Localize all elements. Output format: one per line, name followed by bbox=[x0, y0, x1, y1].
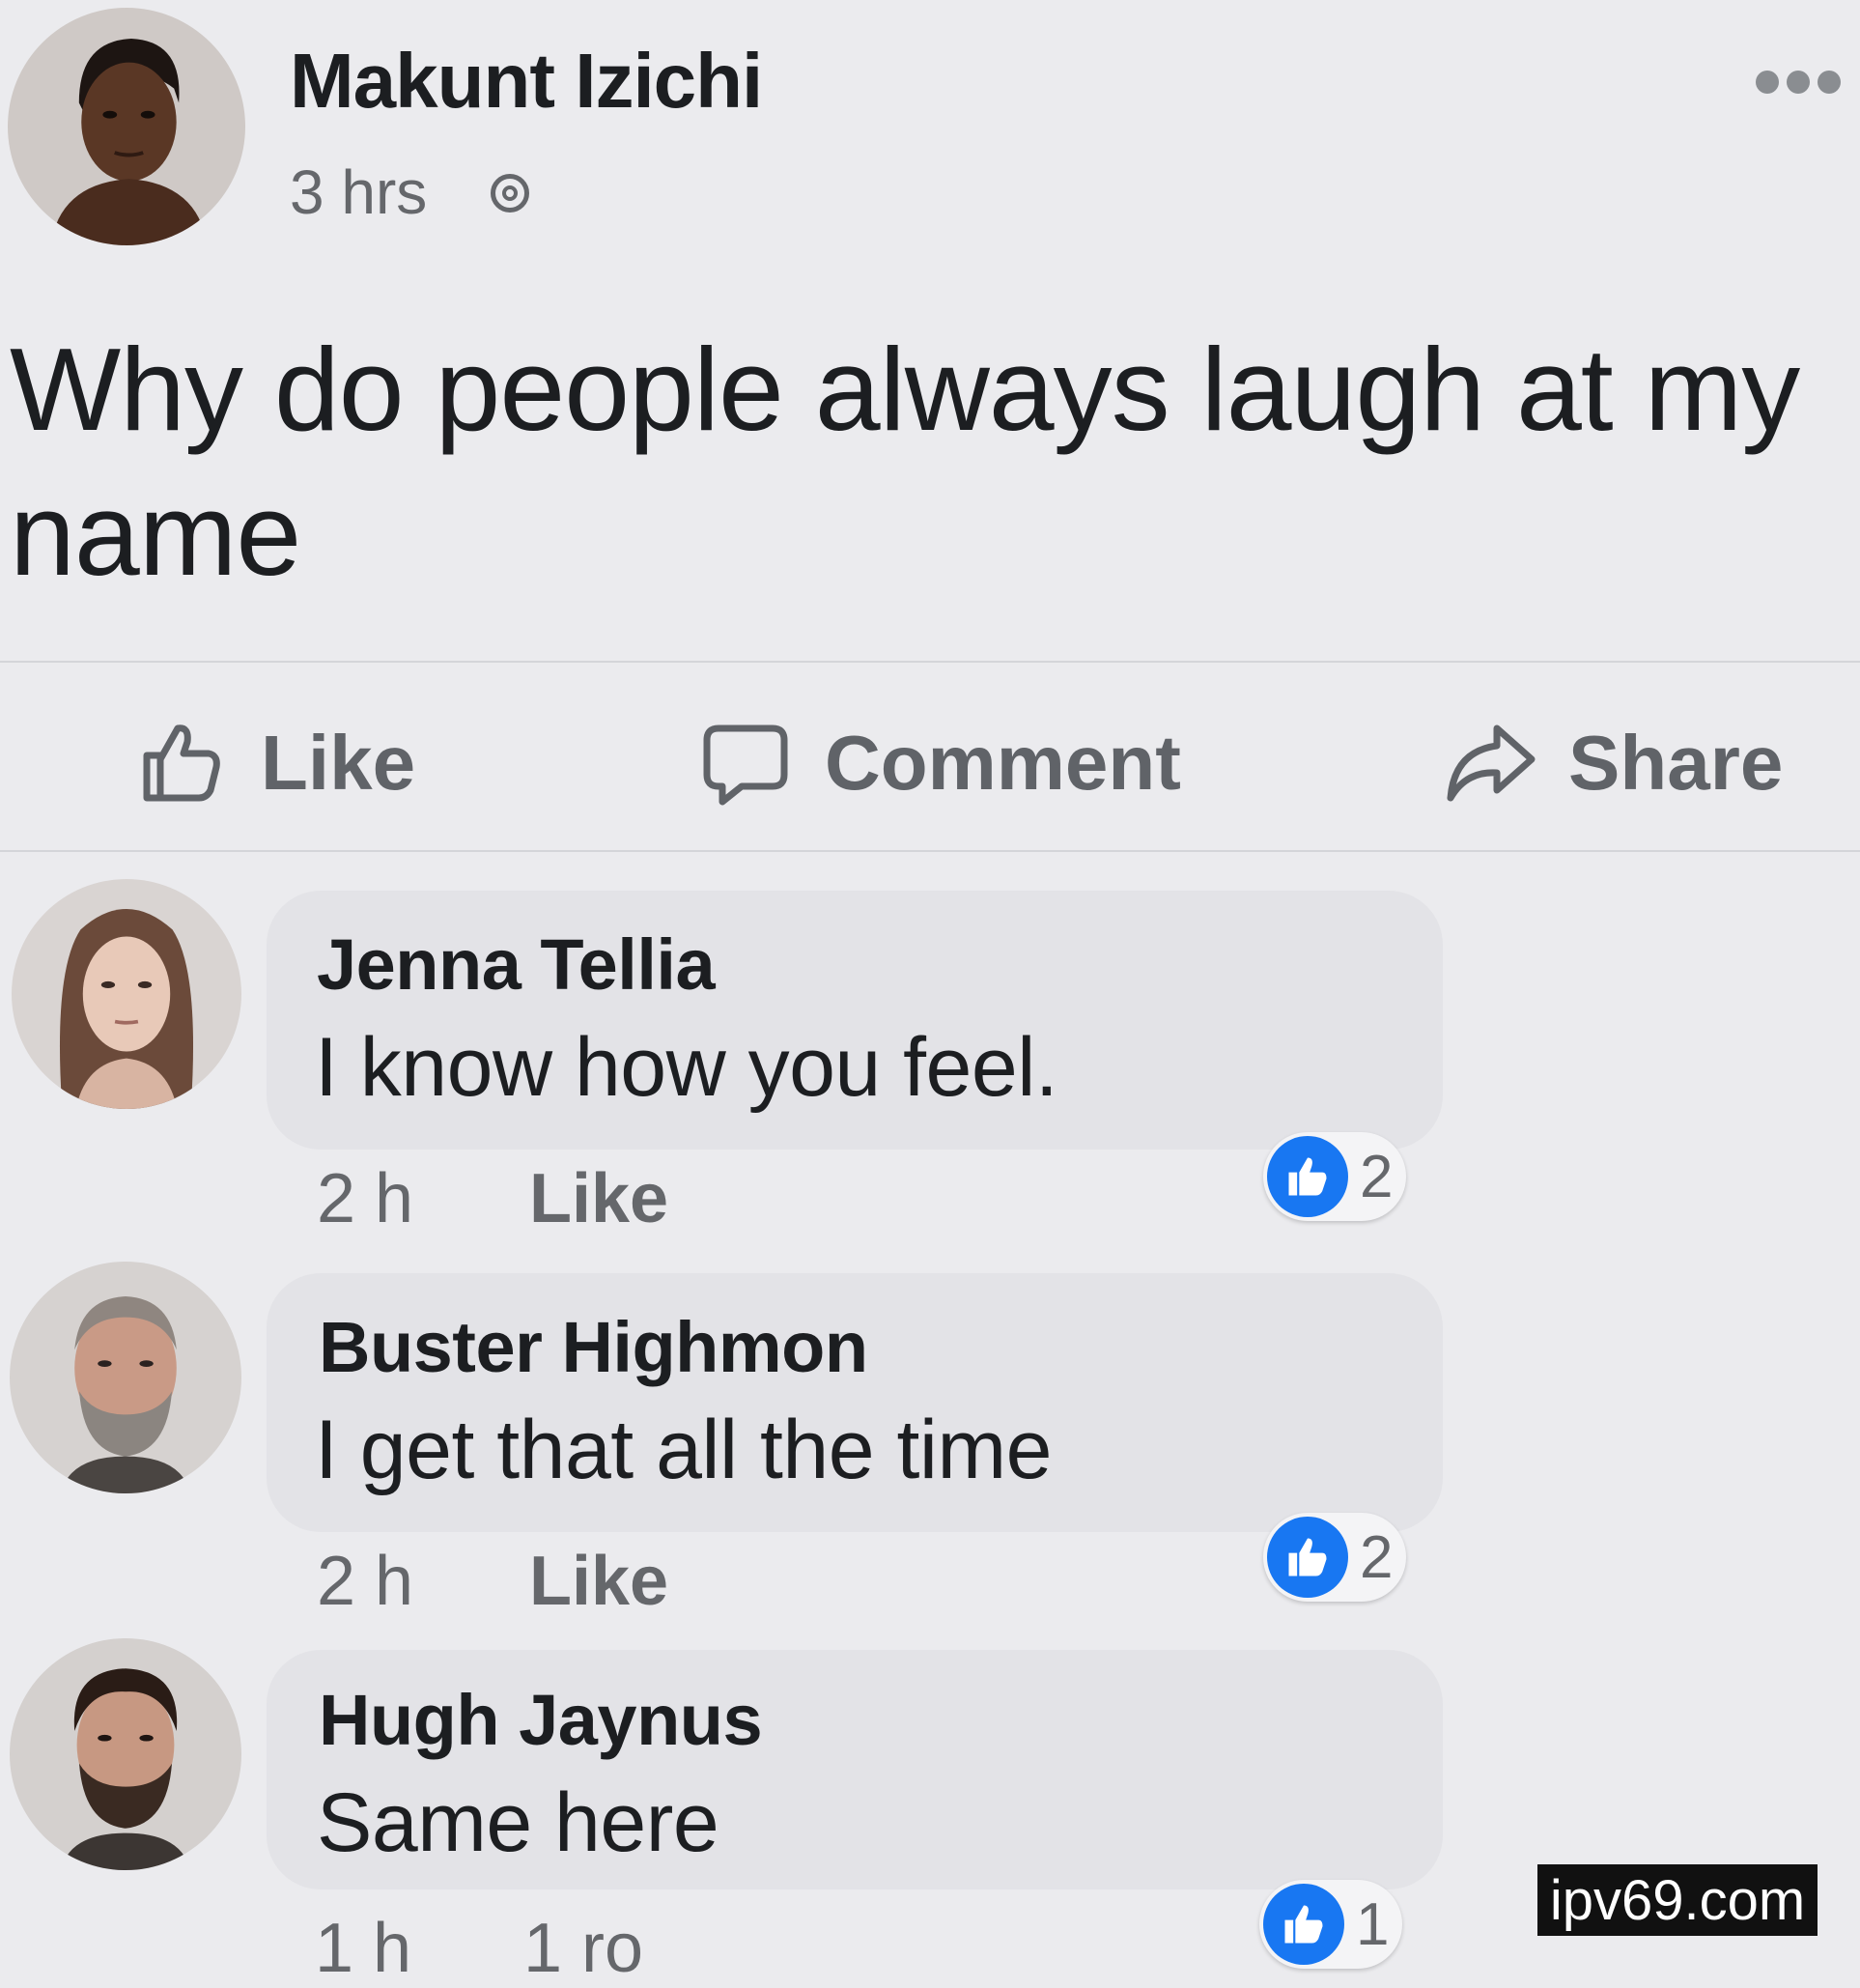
like-button[interactable]: Like bbox=[135, 696, 415, 831]
divider bbox=[0, 850, 1860, 852]
share-button[interactable]: Share bbox=[1443, 696, 1783, 831]
comment-author[interactable]: Hugh Jaynus bbox=[319, 1679, 763, 1761]
share-arrow-icon bbox=[1447, 724, 1536, 802]
like-reaction-icon bbox=[1267, 1517, 1348, 1598]
comment-like-button[interactable]: 1 ro bbox=[523, 1909, 643, 1988]
comment-author[interactable]: Jenna Tellia bbox=[317, 923, 716, 1006]
reaction-count: 1 bbox=[1356, 1890, 1390, 1958]
watermark: ipv69.com bbox=[1537, 1864, 1818, 1936]
avatar bbox=[12, 879, 241, 1109]
comment-text: I get that all the time bbox=[315, 1404, 1052, 1496]
comment-reactions[interactable]: 1 bbox=[1259, 1880, 1403, 1969]
comment-reactions[interactable]: 2 bbox=[1263, 1132, 1407, 1221]
post-text: Why do people always laugh at my name bbox=[10, 324, 1800, 600]
divider bbox=[0, 661, 1860, 663]
comment-avatar[interactable] bbox=[12, 879, 241, 1109]
comment-avatar[interactable] bbox=[10, 1638, 241, 1870]
comment-like-button[interactable]: Like bbox=[529, 1542, 668, 1621]
like-label: Like bbox=[261, 720, 416, 806]
post-timestamp[interactable]: 3 hrs bbox=[290, 156, 427, 228]
avatar bbox=[10, 1638, 241, 1870]
comment-reactions[interactable]: 2 bbox=[1263, 1513, 1407, 1602]
speech-bubble-icon bbox=[703, 724, 788, 806]
more-options-icon[interactable] bbox=[1756, 68, 1848, 97]
comment-button[interactable]: Comment bbox=[699, 696, 1181, 831]
comment-label: Comment bbox=[825, 720, 1181, 806]
comment-like-button[interactable]: Like bbox=[529, 1159, 668, 1238]
post-author-name[interactable]: Makunt Izichi bbox=[290, 37, 763, 126]
comment-timestamp[interactable]: 1 h bbox=[315, 1909, 411, 1988]
thumbs-up-icon bbox=[143, 724, 220, 802]
comment-text: I know how you feel. bbox=[315, 1021, 1058, 1114]
reaction-count: 2 bbox=[1360, 1143, 1394, 1210]
comment-text: Same here bbox=[317, 1776, 719, 1869]
globe-icon bbox=[491, 174, 529, 213]
reaction-count: 2 bbox=[1360, 1523, 1394, 1591]
comment-timestamp[interactable]: 2 h bbox=[317, 1159, 413, 1238]
avatar bbox=[10, 1262, 241, 1493]
like-reaction-icon bbox=[1267, 1136, 1348, 1217]
share-label: Share bbox=[1568, 720, 1784, 806]
post-author-avatar[interactable] bbox=[8, 8, 245, 245]
comment-author[interactable]: Buster Highmon bbox=[319, 1306, 868, 1388]
avatar bbox=[8, 8, 245, 245]
comment-timestamp[interactable]: 2 h bbox=[317, 1542, 413, 1621]
comment-avatar[interactable] bbox=[10, 1262, 241, 1493]
like-reaction-icon bbox=[1263, 1884, 1344, 1965]
